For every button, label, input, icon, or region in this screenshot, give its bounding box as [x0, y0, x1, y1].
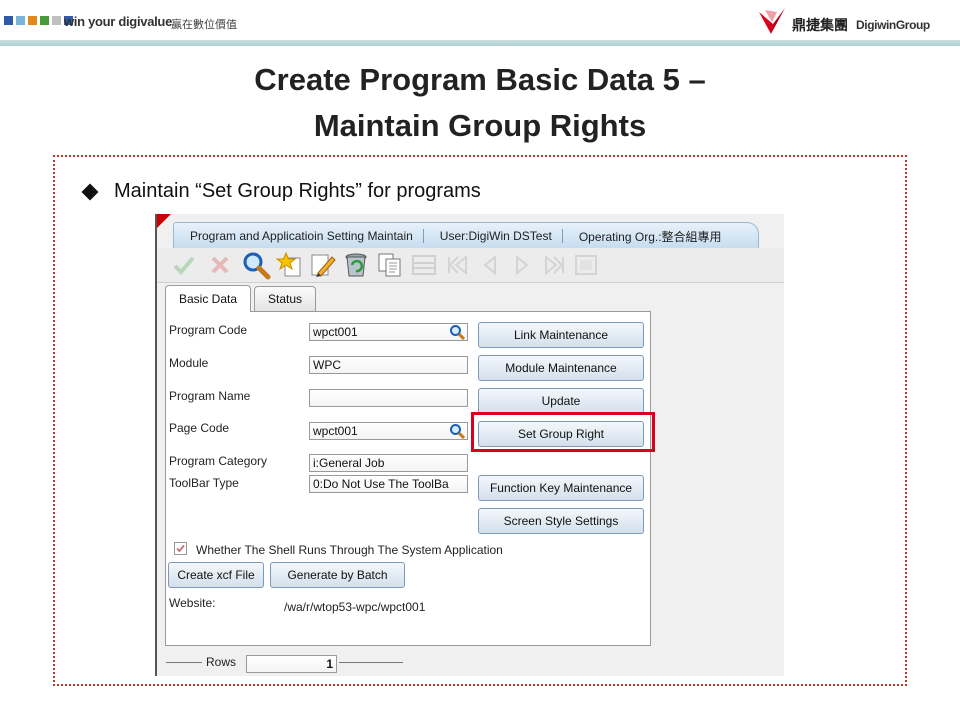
cancel-x-icon[interactable]	[205, 250, 235, 280]
app-window: Program and Applicatioin Setting Maintai…	[155, 214, 784, 676]
page-title-line1: Create Program Basic Data 5 –	[254, 62, 706, 97]
shell-checkbox[interactable]	[174, 542, 187, 555]
app-header-tab: Program and Applicatioin Setting Maintai…	[173, 222, 759, 250]
rows-label: Rows	[206, 655, 237, 669]
bullet-item: Maintain “Set Group Rights” for programs	[81, 180, 481, 203]
digiwin-logo-icon	[759, 8, 785, 34]
previous-record-icon[interactable]	[475, 250, 505, 280]
toolbar-type-field[interactable]: 0:Do Not Use The ToolBa	[309, 475, 468, 493]
rows-count-value: 1	[326, 657, 333, 671]
brand-squares	[4, 16, 73, 25]
program-name-field[interactable]	[309, 389, 468, 407]
first-record-icon[interactable]	[443, 250, 473, 280]
program-name-label: Program Name	[169, 389, 251, 403]
program-category-label: Program Category	[169, 454, 268, 468]
update-button[interactable]: Update	[478, 388, 644, 414]
module-maintenance-button[interactable]: Module Maintenance	[478, 355, 644, 381]
group-name-cn: 鼎捷集團	[792, 17, 848, 33]
website-value: /wa/r/wtop53-wpc/wpct001	[284, 600, 426, 614]
header-operating-org: Operating Org.:整合組專用	[578, 229, 722, 244]
image-icon[interactable]	[571, 250, 601, 280]
module-label: Module	[169, 356, 209, 370]
last-record-icon[interactable]	[539, 250, 569, 280]
bullet-text: Maintain “Set Group Rights” for programs	[114, 180, 481, 202]
top-banner: win your digivalue 贏在數位價值 鼎捷集團 DigiwinGr…	[0, 0, 960, 44]
page-code-label: Page Code	[169, 421, 230, 435]
diamond-bullet-icon	[81, 183, 99, 200]
shell-checkbox-label: Whether The Shell Runs Through The Syste…	[196, 543, 503, 557]
function-key-maintenance-button[interactable]: Function Key Maintenance	[478, 475, 644, 501]
edit-pencil-icon[interactable]	[307, 250, 337, 280]
program-code-search-icon[interactable]	[449, 324, 465, 340]
copy-document-icon[interactable]	[375, 250, 405, 280]
new-star-icon[interactable]	[275, 250, 305, 280]
tab-status[interactable]: Status	[254, 286, 316, 311]
checkmark-icon	[176, 544, 185, 553]
search-icon[interactable]	[241, 250, 271, 280]
program-code-value: wpct001	[313, 325, 358, 339]
banner-band	[0, 40, 960, 46]
program-code-field[interactable]: wpct001	[309, 323, 468, 341]
rows-count-field: 1	[246, 655, 337, 673]
program-category-value: i:General Job	[313, 456, 385, 470]
program-code-label: Program Code	[169, 323, 248, 337]
recycle-bin-icon[interactable]	[341, 250, 371, 280]
group-name-en: DigiwinGroup	[856, 18, 930, 32]
toolbar-type-value: 0:Do Not Use The ToolBa	[313, 477, 449, 491]
link-maintenance-button[interactable]: Link Maintenance	[478, 322, 644, 348]
slogan-cn: 贏在數位價值	[171, 19, 237, 31]
page-code-value: wpct001	[313, 424, 358, 438]
program-category-field[interactable]: i:General Job	[309, 454, 468, 472]
website-label: Website:	[169, 596, 216, 610]
screen-style-settings-button[interactable]: Screen Style Settings	[478, 508, 644, 534]
create-xcf-file-button[interactable]: Create xcf File	[168, 562, 264, 588]
module-value: WPC	[313, 358, 341, 372]
generate-by-batch-button[interactable]: Generate by Batch	[270, 562, 405, 588]
toolbar	[157, 248, 784, 283]
highlight-box	[471, 412, 655, 452]
page-title-line2: Maintain Group Rights	[313, 108, 647, 143]
confirm-check-icon[interactable]	[169, 250, 199, 280]
header-program-title: Program and Applicatioin Setting Maintai…	[174, 229, 424, 243]
tab-basic-data[interactable]: Basic Data	[165, 285, 251, 312]
rows-divider-left	[166, 662, 202, 663]
page-code-search-icon[interactable]	[449, 423, 465, 439]
module-field[interactable]: WPC	[309, 356, 468, 374]
page-code-field[interactable]: wpct001	[309, 422, 468, 440]
header-user: User:DigiWin DSTest	[424, 229, 563, 243]
toolbar-type-label: ToolBar Type	[169, 476, 239, 490]
slogan: win your digivalue	[64, 14, 173, 29]
corner-marker	[157, 214, 171, 228]
grid-view-icon[interactable]	[409, 250, 439, 280]
next-record-icon[interactable]	[507, 250, 537, 280]
rows-divider-right	[339, 662, 403, 663]
